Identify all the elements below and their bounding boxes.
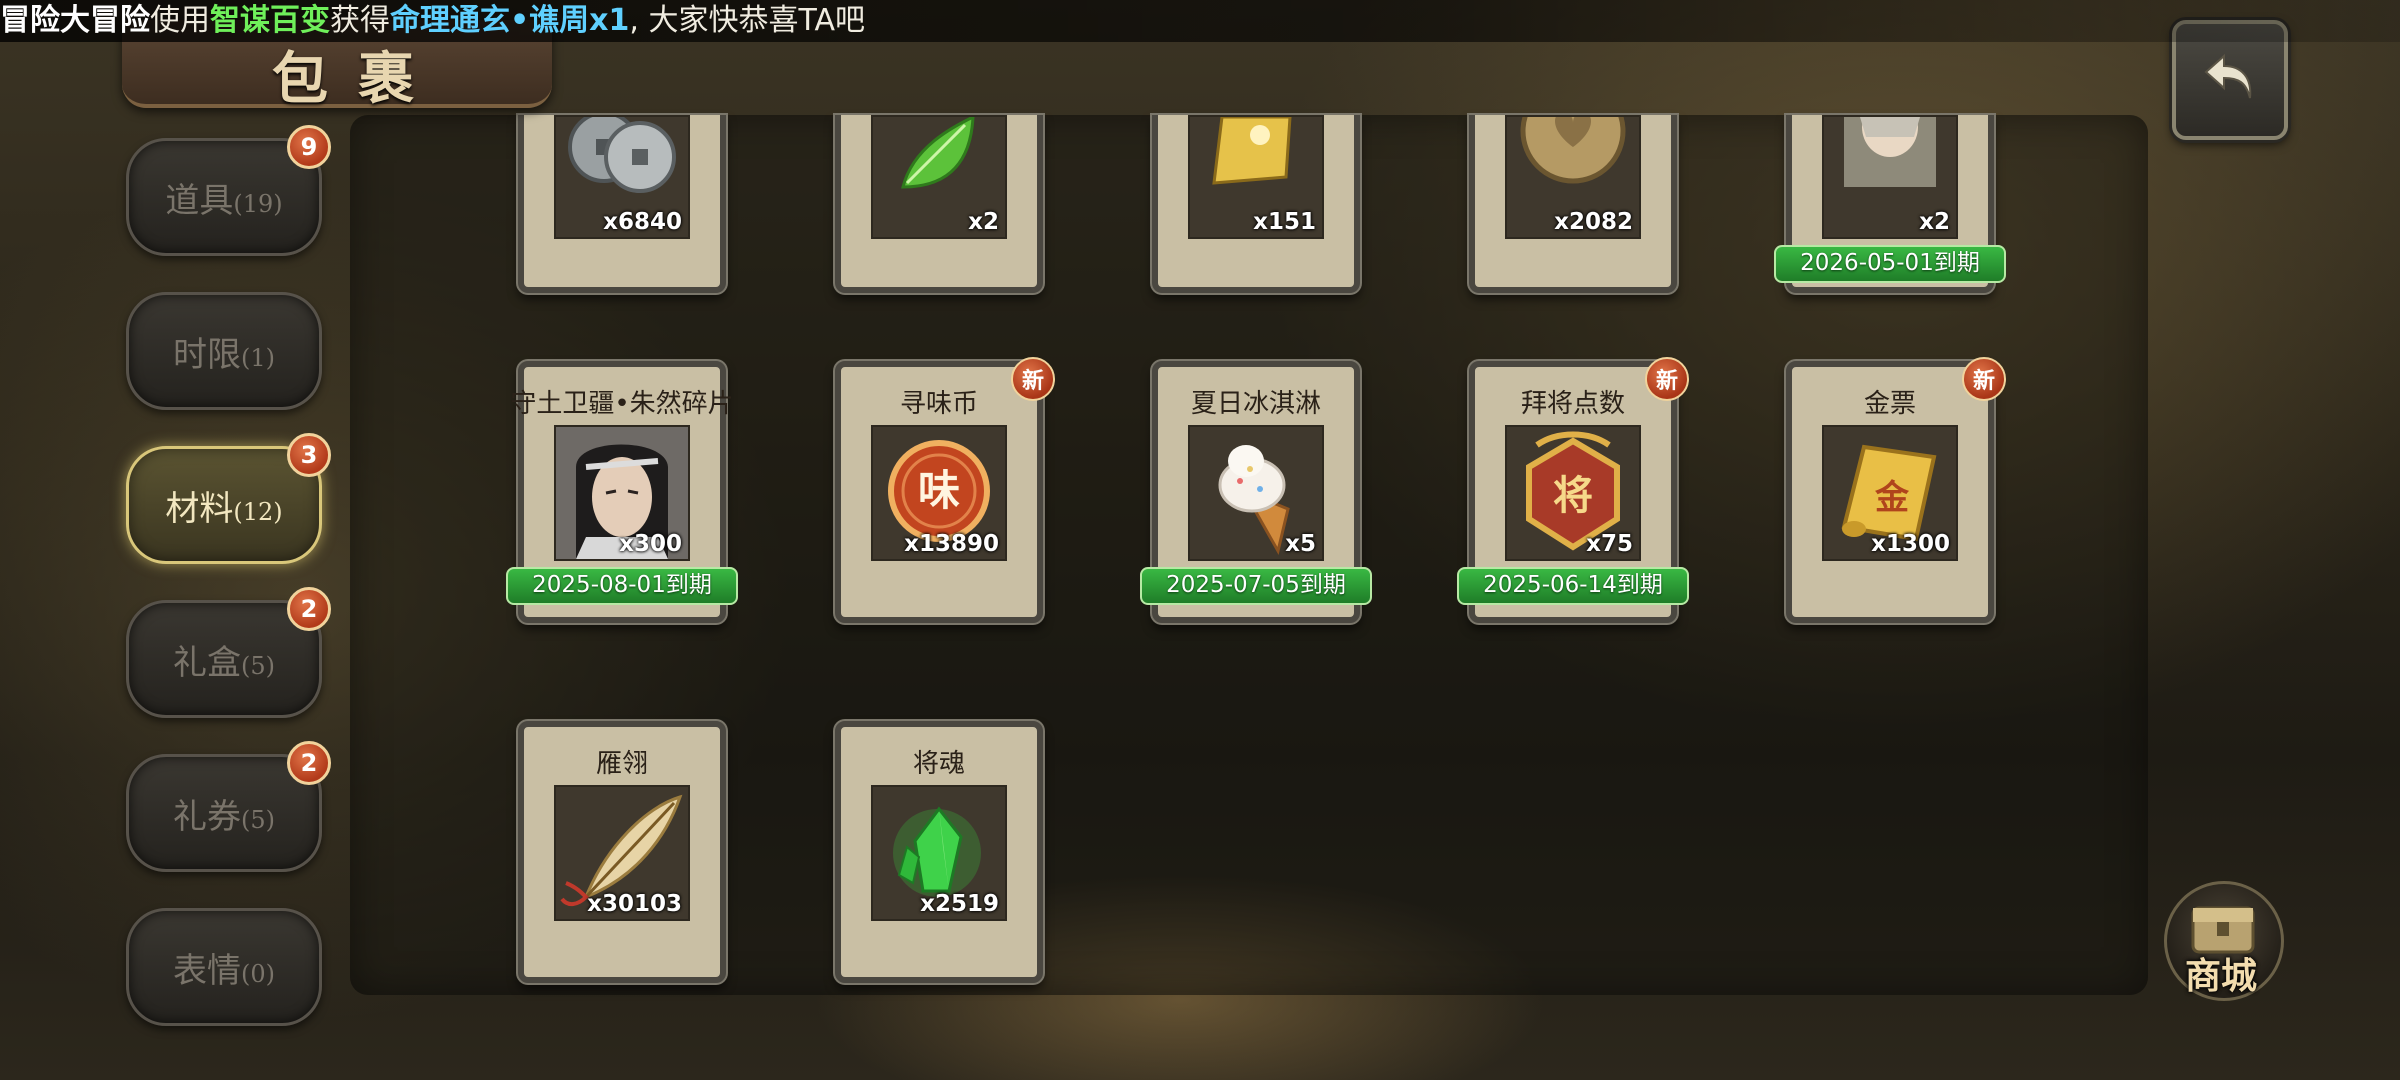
- broadcast-text-use: 使用: [150, 3, 210, 38]
- item-card[interactable]: 雁翎 x30103: [518, 721, 726, 983]
- item-icon-frame: x2519: [871, 785, 1007, 921]
- item-card[interactable]: 金票 新 金 x1300: [1786, 357, 2006, 623]
- item-card[interactable]: 寻味币 新 味 x13890: [835, 357, 1055, 623]
- item-card[interactable]: x2: [835, 115, 1043, 293]
- svg-text:味: 味: [918, 466, 960, 515]
- item-icon-frame: 将 x75: [1505, 425, 1641, 561]
- expiry-badge: 2025-08-01到期: [506, 567, 738, 605]
- broadcast-text-end: , 大家快恭喜TA吧: [629, 3, 865, 38]
- new-badge: 新: [1962, 357, 2006, 401]
- item-quantity: x2: [968, 209, 999, 235]
- inventory-screen: 冒险大冒险使用智谋百变获得命理通玄•谯周x1, 大家快恭喜TA吧 包裹 道具(1…: [0, 0, 2400, 1080]
- item-quantity: x151: [1253, 209, 1316, 235]
- item-name: 守土卫疆•朱然碎片: [510, 389, 734, 419]
- shop-label: 商城: [2184, 955, 2257, 997]
- item-icon-frame: x300: [554, 425, 690, 561]
- item-card[interactable]: x2 2026-05-01到期: [1774, 115, 2006, 293]
- svg-text:将: 将: [1553, 473, 1593, 519]
- item-icon-frame: 味 x13890: [871, 425, 1007, 561]
- item-icon-frame: x2082: [1505, 115, 1641, 239]
- item-quantity: x2: [1919, 209, 1950, 235]
- tab-emotes[interactable]: 表情(0): [126, 908, 322, 1026]
- tab-materials[interactable]: 材料(12) 3: [126, 433, 331, 564]
- item-icon-frame: x151: [1188, 115, 1324, 239]
- item-icon-frame: x6840: [554, 115, 690, 239]
- item-card[interactable]: x6840: [518, 115, 726, 293]
- tab-label: 时限(1): [173, 334, 275, 375]
- item-card[interactable]: 守土卫疆•朱然碎片 x300 2025-08-01到期: [506, 361, 738, 623]
- broadcast-skill: 智谋百变: [210, 3, 330, 38]
- tab-count-badge: 2: [287, 587, 331, 631]
- tab-label: 材料(12): [165, 488, 283, 529]
- broadcast-message: 冒险大冒险使用智谋百变获得命理通玄•谯周x1, 大家快恭喜TA吧: [0, 2, 865, 40]
- item-card[interactable]: 夏日冰淇淋 x5 2025-07-05到期: [1140, 361, 1372, 623]
- tab-count-badge: 2: [287, 741, 331, 785]
- broadcast-banner: 冒险大冒险使用智谋百变获得命理通玄•谯周x1, 大家快恭喜TA吧: [0, 0, 2400, 42]
- item-name: 夏日冰淇淋: [1190, 389, 1321, 419]
- tab-gift-boxes[interactable]: 礼盒(5) 2: [126, 587, 331, 718]
- page-title: 包裹: [272, 46, 444, 112]
- item-name: 雁翎: [595, 749, 648, 779]
- item-quantity: x300: [619, 531, 682, 557]
- item-card[interactable]: 将魂 x2519: [835, 721, 1043, 983]
- item-icon-frame: 金 x1300: [1822, 425, 1958, 561]
- tab-vouchers[interactable]: 礼券(5) 2: [126, 741, 331, 872]
- item-grid-panel: x6840 x2 x151 x2082 x2 2026-05-01到期 守土卫疆…: [350, 115, 2148, 995]
- item-quantity: x5: [1285, 531, 1316, 557]
- item-card[interactable]: 拜将点数 新 将 x75 2025-06-14到期: [1457, 357, 1689, 623]
- new-badge: 新: [1645, 357, 1689, 401]
- new-badge: 新: [1011, 357, 1055, 401]
- tab-count-badge: 3: [287, 433, 331, 477]
- tab-props[interactable]: 道具(19) 9: [126, 125, 331, 256]
- broadcast-player: 冒险大冒险: [0, 3, 150, 38]
- item-quantity: x13890: [904, 531, 999, 557]
- expiry-badge: 2025-07-05到期: [1140, 567, 1372, 605]
- item-card[interactable]: x2082: [1469, 115, 1677, 293]
- tab-label: 礼盒(5): [173, 642, 275, 683]
- tab-count-badge: 9: [287, 125, 331, 169]
- back-arrow-icon: [2204, 53, 2252, 99]
- tab-label: 礼券(5): [173, 796, 275, 837]
- tab-label: 道具(19): [165, 180, 283, 221]
- expiry-badge: 2025-06-14到期: [1457, 567, 1689, 605]
- shop-button[interactable]: 商城: [2158, 875, 2284, 1001]
- item-quantity: x1300: [1871, 531, 1950, 557]
- svg-text:金: 金: [1874, 478, 1910, 518]
- tab-label: 表情(0): [173, 950, 275, 991]
- item-quantity: x30103: [587, 891, 682, 917]
- tab-timed[interactable]: 时限(1): [126, 292, 322, 410]
- item-icon-frame: x2: [871, 115, 1007, 239]
- item-quantity: x2519: [920, 891, 999, 917]
- expiry-badge: 2026-05-01到期: [1774, 245, 2006, 283]
- item-card[interactable]: x151: [1152, 115, 1360, 293]
- item-quantity: x6840: [603, 209, 682, 235]
- broadcast-reward: 命理通玄•谯周x1: [390, 3, 630, 38]
- item-icon-frame: x2: [1822, 115, 1958, 239]
- item-name: 将魂: [912, 749, 965, 779]
- item-quantity: x2082: [1554, 209, 1633, 235]
- item-icon-frame: x5: [1188, 425, 1324, 561]
- broadcast-text-obtain: 获得: [330, 3, 390, 38]
- item-icon-frame: x30103: [554, 785, 690, 921]
- item-quantity: x75: [1586, 531, 1633, 557]
